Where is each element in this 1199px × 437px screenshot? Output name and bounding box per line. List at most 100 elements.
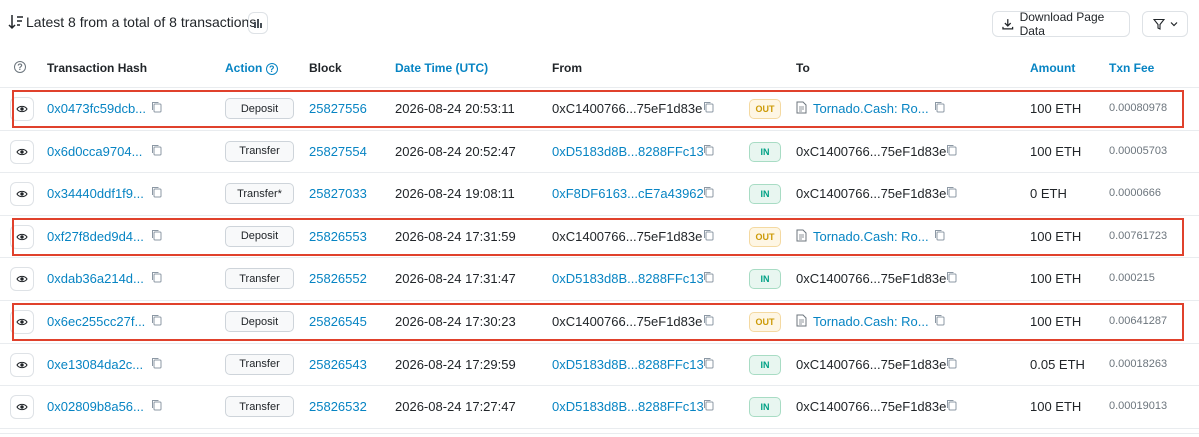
eye-icon[interactable]	[10, 267, 34, 292]
header-date-time[interactable]: Date Time (UTC)	[395, 61, 488, 75]
action-badge: Transfer	[225, 140, 294, 162]
copy-icon[interactable]	[703, 186, 714, 201]
txn-fee: 0.00005703	[1109, 144, 1168, 157]
amount: 0.05 ETH	[1030, 356, 1085, 372]
copy-icon[interactable]	[151, 357, 162, 372]
from-address[interactable]: 0xD5183d8B...8288FFc13	[552, 399, 704, 414]
direction-badge: OUT	[749, 312, 781, 332]
block-link[interactable]: 25826532	[309, 399, 367, 414]
header-action[interactable]: Action ?	[225, 61, 278, 75]
copy-icon[interactable]	[151, 399, 162, 414]
eye-icon[interactable]	[10, 139, 34, 164]
copy-icon[interactable]	[946, 271, 957, 286]
copy-icon[interactable]	[946, 399, 957, 414]
header-txn-fee[interactable]: Txn Fee	[1109, 61, 1154, 75]
direction-badge: OUT	[749, 99, 781, 119]
txn-fee: 0.00019013	[1109, 400, 1168, 413]
help-icon[interactable]: ?	[265, 63, 278, 75]
header-amount[interactable]: Amount	[1030, 61, 1075, 75]
block-link[interactable]: 25826553	[309, 229, 367, 244]
transaction-hash-link[interactable]: 0xf27f8ded9d4...	[47, 229, 144, 244]
sort-icon[interactable]	[7, 13, 25, 31]
copy-icon[interactable]	[151, 186, 162, 201]
copy-icon[interactable]	[703, 101, 714, 116]
block-link[interactable]: 25827556	[309, 101, 367, 116]
copy-icon[interactable]	[946, 357, 957, 372]
to-address[interactable]: Tornado.Cash: Ro...	[813, 229, 929, 244]
block-link[interactable]: 25826543	[309, 357, 367, 372]
copy-icon[interactable]	[151, 229, 162, 244]
eye-icon[interactable]	[10, 310, 34, 334]
from-address[interactable]: 0xD5183d8B...8288FFc13	[552, 271, 704, 286]
download-icon	[1002, 19, 1014, 30]
copy-icon[interactable]	[946, 144, 957, 159]
transaction-hash-link[interactable]: 0x6ec255cc27f...	[47, 314, 145, 329]
copy-icon[interactable]	[151, 314, 162, 329]
from-address: 0xC1400766...75eF1d83e	[552, 314, 703, 329]
copy-icon[interactable]	[946, 186, 957, 201]
action-badge: Deposit	[225, 98, 294, 119]
block-link[interactable]: 25826552	[309, 271, 367, 286]
block-link[interactable]: 25827033	[309, 186, 367, 201]
amount: 100 ETH	[1030, 399, 1082, 415]
download-label: Download Page Data	[1019, 10, 1105, 38]
block-link[interactable]: 25826545	[309, 314, 367, 329]
to-address: 0xC1400766...75eF1d83e	[796, 186, 947, 202]
copy-icon[interactable]	[934, 314, 945, 329]
transactions-table: ? Transaction Hash Action ? Block Date T…	[0, 44, 1199, 434]
amount: 100 ETH	[1030, 228, 1082, 244]
eye-icon[interactable]	[10, 352, 34, 377]
chevron-down-icon	[1170, 22, 1177, 27]
copy-icon[interactable]	[703, 144, 714, 159]
help-icon[interactable]: ?	[14, 61, 26, 73]
eye-icon[interactable]	[10, 395, 34, 420]
header-action-label: Action	[225, 61, 263, 75]
from-address[interactable]: 0xD5183d8B...8288FFc13	[552, 144, 704, 159]
to-address: 0xC1400766...75eF1d83e	[796, 356, 947, 372]
transaction-hash-link[interactable]: 0xe13084da2c...	[47, 357, 143, 372]
table-row: 0x34440ddf1f9... Transfer* 25827033 2026-08…	[0, 173, 1199, 216]
filter-button[interactable]	[1142, 11, 1188, 37]
action-badge: Deposit	[225, 311, 294, 332]
copy-icon[interactable]	[151, 271, 162, 286]
table-toolbar: Latest 8 from a total of 8 transactions …	[0, 0, 1199, 44]
chart-button[interactable]	[248, 12, 268, 34]
copy-icon[interactable]	[151, 101, 162, 116]
from-address[interactable]: 0xF8DF6163...cE7a43962	[552, 186, 704, 201]
from-address[interactable]: 0xD5183d8B...8288FFc13	[552, 357, 704, 372]
eye-icon[interactable]	[10, 182, 34, 207]
txn-fee: 0.00641287	[1109, 315, 1168, 327]
copy-icon[interactable]	[703, 357, 714, 372]
eye-icon[interactable]	[10, 97, 34, 121]
copy-icon[interactable]	[703, 271, 714, 286]
txn-fee: 0.000215	[1109, 272, 1155, 285]
copy-icon[interactable]	[703, 229, 714, 244]
copy-icon[interactable]	[934, 101, 945, 116]
eye-icon[interactable]	[10, 224, 34, 249]
transaction-hash-link[interactable]: 0x0473fc59dcb...	[47, 101, 146, 116]
document-icon	[796, 229, 807, 245]
header-transaction-hash: Transaction Hash	[47, 61, 148, 75]
transaction-hash-link[interactable]: 0x6d0cca9704...	[47, 144, 142, 159]
copy-icon[interactable]	[934, 229, 945, 244]
download-page-data-button[interactable]: Download Page Data	[992, 10, 1130, 38]
action-badge: Transfer	[225, 353, 294, 375]
action-badge: Transfer	[225, 396, 294, 418]
txn-fee: 0.00080978	[1109, 102, 1168, 114]
action-badge: Transfer*	[225, 183, 294, 205]
block-link[interactable]: 25827554	[309, 144, 367, 159]
copy-icon[interactable]	[703, 314, 714, 329]
header-block: Block	[309, 61, 342, 75]
from-address: 0xC1400766...75eF1d83e	[552, 101, 703, 116]
direction-badge: IN	[749, 397, 781, 418]
txn-fee: 0.00761723	[1109, 229, 1168, 242]
copy-icon[interactable]	[703, 399, 714, 414]
to-address[interactable]: Tornado.Cash: Ro...	[813, 101, 929, 116]
transaction-hash-link[interactable]: 0x34440ddf1f9...	[47, 186, 144, 201]
transactions-summary: Latest 8 from a total of 8 transactions	[26, 14, 257, 30]
transaction-hash-link[interactable]: 0x02809b8a56...	[47, 399, 144, 414]
copy-icon[interactable]	[151, 144, 162, 159]
amount: 100 ETH	[1030, 271, 1082, 287]
to-address[interactable]: Tornado.Cash: Ro...	[813, 314, 929, 329]
transaction-hash-link[interactable]: 0xdab36a214d...	[47, 271, 144, 286]
